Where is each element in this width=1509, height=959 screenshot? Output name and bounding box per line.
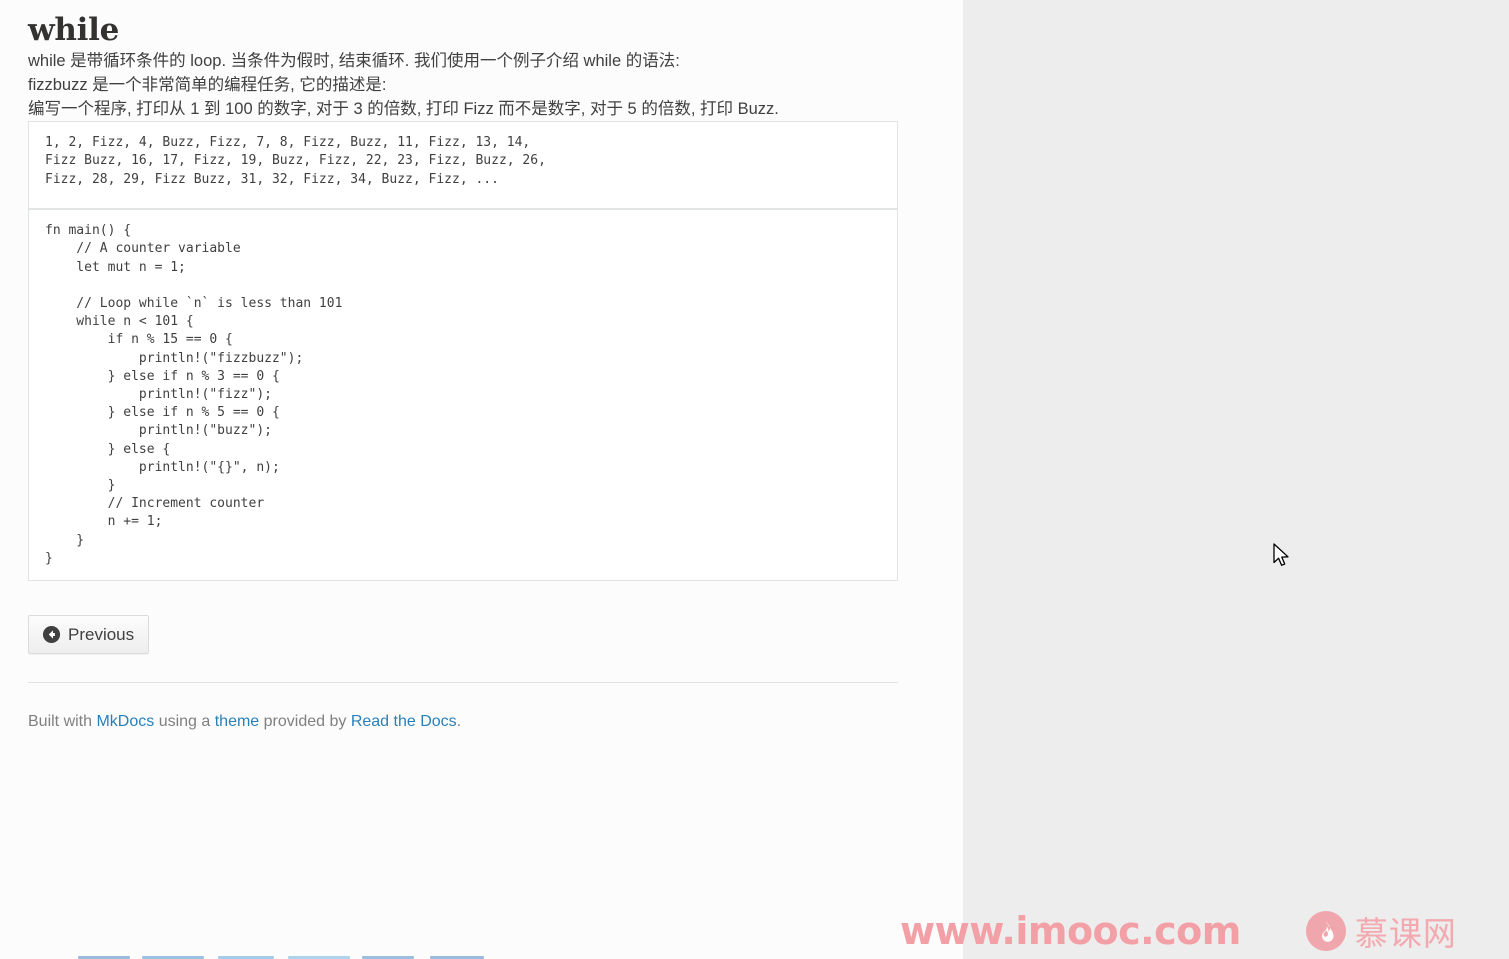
page-side-gutter	[963, 0, 1509, 959]
paragraph-fizzbuzz-desc: fizzbuzz 是一个非常简单的编程任务, 它的描述是:	[28, 76, 387, 95]
previous-button[interactable]: Previous	[28, 615, 150, 655]
mkdocs-link[interactable]: MkDocs	[96, 713, 154, 730]
code-block-rust-source: fn main() { // A counter variable let mu…	[28, 209, 898, 582]
footer-using-a-text: using a	[154, 713, 215, 731]
arrow-circle-left-icon	[42, 625, 61, 644]
page-title: while	[28, 12, 120, 48]
paragraph-intro: while 是带循环条件的 loop. 当条件为假时, 结束循环. 我们使用一个…	[28, 52, 680, 71]
footer-credits: Built with MkDocs using a theme provided…	[28, 712, 935, 732]
footer-period: .	[456, 713, 462, 731]
paragraph-task-description: 编写一个程序, 打印从 1 到 100 的数字, 对于 3 的倍数, 打印 Fi…	[28, 100, 779, 119]
code-block-expected-output: 1, 2, Fizz, 4, Buzz, Fizz, 7, 8, Fizz, B…	[28, 121, 898, 210]
read-the-docs-link[interactable]: Read the Docs	[351, 713, 457, 730]
document-inner: while while 是带循环条件的 loop. 当条件为假时, 结束循环. …	[0, 0, 963, 732]
theme-link[interactable]: theme	[215, 713, 259, 730]
pagination-row: Previous	[28, 615, 935, 655]
footer-provided-by-text: provided by	[259, 713, 351, 731]
previous-button-label: Previous	[68, 625, 135, 645]
footer-divider	[28, 682, 898, 684]
browser-tabstrip-peek[interactable]	[0, 953, 963, 959]
document-content-column: while while 是带循环条件的 loop. 当条件为假时, 结束循环. …	[0, 0, 963, 959]
footer-built-with-text: Built with	[28, 713, 97, 731]
browser-page: while while 是带循环条件的 loop. 当条件为假时, 结束循环. …	[0, 0, 1509, 959]
